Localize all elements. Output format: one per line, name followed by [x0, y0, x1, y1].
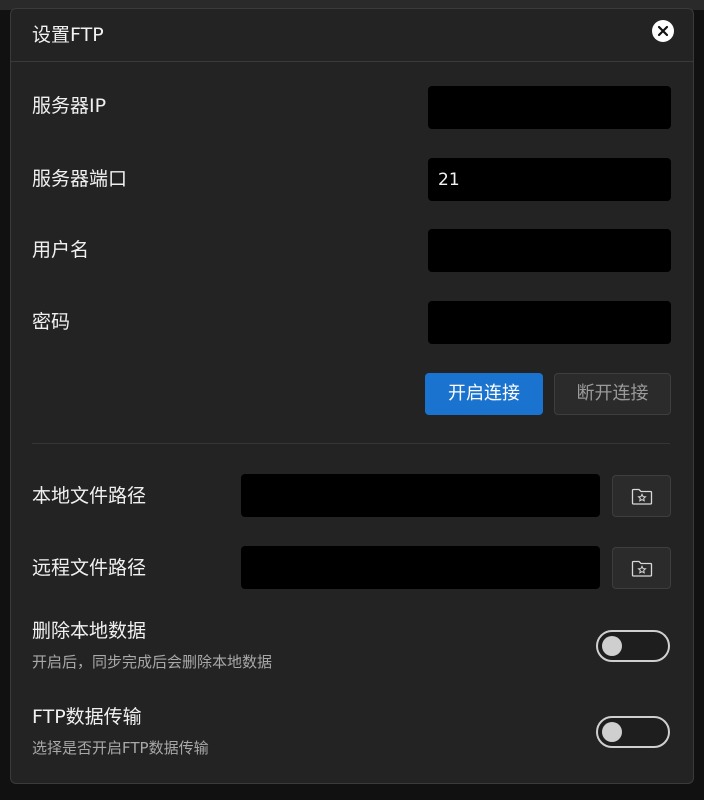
- close-button[interactable]: [652, 20, 674, 42]
- delete-local-toggle[interactable]: [596, 630, 670, 662]
- password-input[interactable]: [428, 301, 671, 344]
- ftp-transfer-label: FTP数据传输: [32, 706, 142, 728]
- username-label: 用户名: [32, 239, 90, 261]
- server-ip-label: 服务器IP: [32, 95, 107, 117]
- ftp-settings-dialog: 设置FTP 服务器IP 服务器端口 用户名 密码 开启连接 断开连接 本地文件路…: [10, 8, 694, 784]
- dialog-header: 设置FTP: [11, 9, 693, 62]
- server-port-label: 服务器端口: [32, 168, 128, 190]
- folder-star-icon: [631, 560, 653, 577]
- remote-path-label: 远程文件路径: [32, 557, 147, 579]
- delete-local-description: 开启后，同步完成后会删除本地数据: [32, 653, 273, 671]
- ftp-transfer-toggle[interactable]: [596, 716, 670, 748]
- delete-local-label: 删除本地数据: [32, 620, 147, 642]
- server-port-input[interactable]: [428, 158, 671, 201]
- folder-star-icon: [631, 488, 653, 505]
- username-input[interactable]: [428, 229, 671, 272]
- section-divider: [32, 443, 670, 444]
- close-icon: [657, 25, 669, 37]
- toggle-knob: [602, 636, 622, 656]
- remote-path-browse-button[interactable]: [612, 547, 671, 589]
- server-ip-input[interactable]: [428, 86, 671, 129]
- ftp-transfer-description: 选择是否开启FTP数据传输: [32, 739, 209, 757]
- toggle-knob: [602, 722, 622, 742]
- password-label: 密码: [32, 311, 71, 333]
- local-path-browse-button[interactable]: [612, 475, 671, 517]
- disconnect-button[interactable]: 断开连接: [554, 373, 671, 415]
- connect-button[interactable]: 开启连接: [425, 373, 543, 415]
- dialog-title: 设置FTP: [32, 24, 104, 46]
- local-path-input[interactable]: [241, 474, 600, 517]
- remote-path-input[interactable]: [241, 546, 600, 589]
- local-path-label: 本地文件路径: [32, 485, 147, 507]
